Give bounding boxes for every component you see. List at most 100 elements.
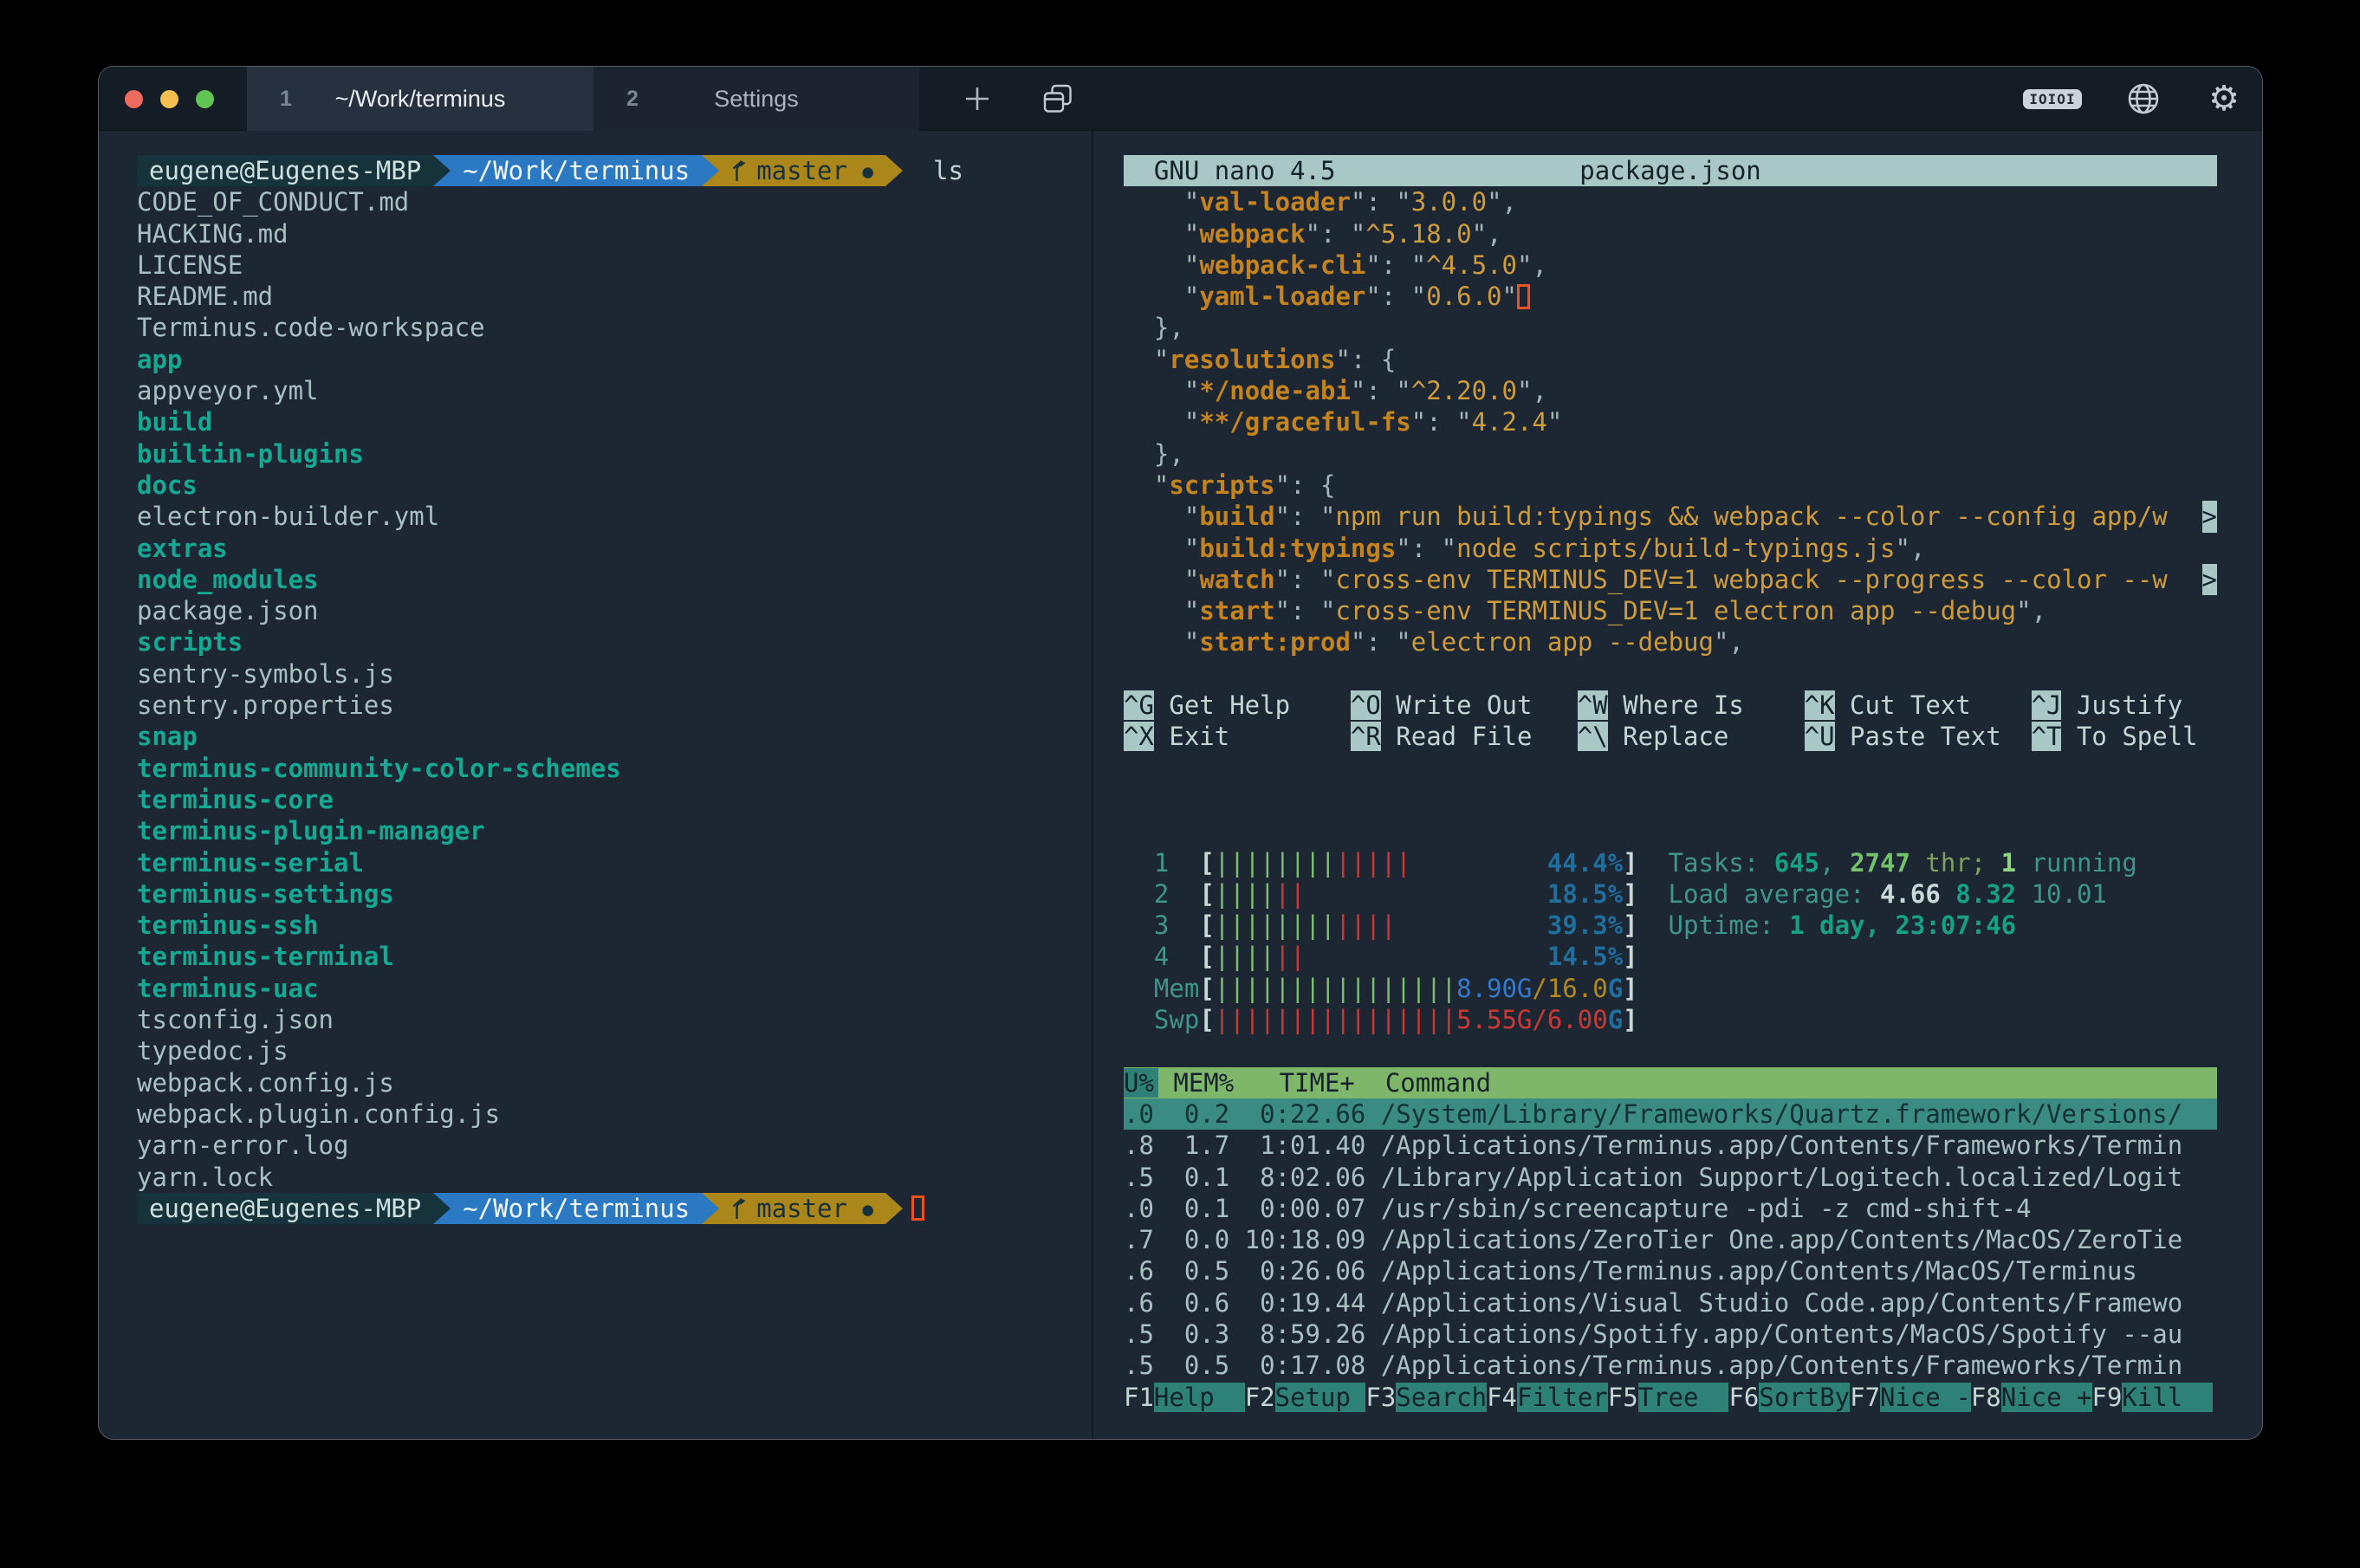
new-tab-button[interactable] (951, 67, 1003, 131)
nano-line: "webpack-cli": "^4.5.0", (1124, 249, 2217, 281)
nano-shortcut: ^W Where Is (1578, 690, 1744, 721)
nano-line: "build:typings": "node scripts/build-typ… (1124, 533, 2217, 564)
sort-column-header: U% (1124, 1068, 1158, 1098)
process-row: .7 0.0 10:18.09 /Applications/ZeroTier O… (1124, 1224, 2217, 1255)
nano-shortcut: ^X Exit (1124, 721, 1229, 752)
tab-settings[interactable]: 2 Settings (593, 67, 919, 131)
file-entry: node_modules (137, 564, 1090, 595)
tab-title: Settings (593, 67, 919, 131)
fkey-label: F1 (1124, 1383, 1154, 1412)
file-entry: build (137, 406, 1090, 437)
file-entry: README.md (137, 281, 1090, 312)
file-entry: builtin-plugins (137, 438, 1090, 470)
serial-ports-button[interactable]: IOIOI (2022, 67, 2083, 131)
file-entry: electron-builder.yml (137, 501, 1090, 532)
fkey-label: F4 (1487, 1383, 1517, 1412)
nano-line: "start": "cross-env TERMINUS_DEV=1 elect… (1124, 595, 2217, 626)
serial-icon: IOIOI (2023, 89, 2081, 109)
system-stats-line: Uptime: 1 day, 23:07:46 (1669, 910, 2017, 941)
nano-line: "start:prod": "electron app --debug", (1124, 626, 2217, 658)
fkey-label: F8 (1971, 1383, 2001, 1412)
file-entry: terminus-core (137, 784, 1090, 815)
nano-line: "watch": "cross-env TERMINUS_DEV=1 webpa… (1124, 564, 2217, 595)
system-meter: 1 [|||||||||||||44.4%]Tasks: 645, 2747 t… (1124, 847, 2217, 878)
nano-shortcut: ^K Cut Text (1805, 690, 1971, 721)
nano-line: "**/graceful-fs": "4.2.4" (1124, 406, 2217, 437)
right-terminal-pane[interactable]: GNU nano 4.5package.json "val-loader": "… (1124, 155, 2217, 1413)
close-window-button[interactable] (125, 90, 143, 108)
process-row: .5 0.5 0:17.08 /Applications/Terminus.ap… (1124, 1350, 2217, 1381)
file-entry: docs (137, 470, 1090, 501)
nano-filename: package.json (1124, 155, 2217, 186)
nano-line: "build": "npm run build:typings && webpa… (1124, 501, 2217, 532)
powerline-arrow-icon (702, 155, 719, 186)
left-terminal-pane[interactable]: eugene@Eugenes-MBP~/Work/terminusmaster … (137, 155, 1090, 1224)
system-meter: 4 [||||||14.5%] (1124, 941, 2217, 972)
prompt-user-segment: eugene@Eugenes-MBP (137, 1193, 433, 1224)
fkey-action: Nice + (2001, 1383, 2092, 1412)
file-entry: webpack.plugin.config.js (137, 1098, 1090, 1130)
nano-line: "webpack": "^5.18.0", (1124, 218, 2217, 249)
nano-line: "scripts": { (1124, 470, 2217, 501)
tab-bar: 1 ~/Work/terminus 2 Settings IOIOI (99, 67, 2262, 131)
minimize-window-button[interactable] (160, 90, 178, 108)
process-row: .0 0.2 0:22.66 /System/Library/Framework… (1124, 1098, 2217, 1130)
system-meter: 2 [||||||18.5%]Load average: 4.66 8.32 1… (1124, 878, 2217, 910)
file-entry: yarn-error.log (137, 1130, 1090, 1161)
powerline-arrow-icon (885, 155, 903, 186)
file-entry: terminus-uac (137, 973, 1090, 1004)
fkey-label: F2 (1245, 1383, 1275, 1412)
globe-icon (2127, 82, 2160, 115)
file-entry: CODE_OF_CONDUCT.md (137, 186, 1090, 217)
file-entry: LICENSE (137, 249, 1090, 281)
git-branch-icon (731, 159, 749, 183)
fkey-label: F5 (1608, 1383, 1638, 1412)
file-entry: terminus-plugin-manager (137, 815, 1090, 846)
file-entry: yarn.lock (137, 1162, 1090, 1193)
file-entry: snap (137, 721, 1090, 752)
file-entry: Terminus.code-workspace (137, 312, 1090, 343)
system-stats-line: Tasks: 645, 2747 thr; 1 running (1669, 847, 2137, 878)
file-entry: terminus-community-color-schemes (137, 753, 1090, 784)
settings-button[interactable]: ⚙ (2198, 67, 2250, 131)
process-table-header: U% MEM% TIME+ Command (1124, 1067, 2217, 1098)
file-entry: typedoc.js (137, 1035, 1090, 1066)
powerline-arrow-icon (433, 155, 451, 186)
nano-shortcut: ^O Write Out (1351, 690, 1533, 721)
fkey-action: SortBy (1759, 1383, 1850, 1412)
nano-shortcut: ^T To Spell (2032, 721, 2198, 752)
web-plugins-button[interactable] (2117, 67, 2169, 131)
nano-line: "*/node-abi": "^2.20.0", (1124, 375, 2217, 406)
fkey-action: Nice - (1880, 1383, 1971, 1412)
file-entry: extras (137, 533, 1090, 564)
system-stats-line: Load average: 4.66 8.32 10.01 (1669, 878, 2107, 910)
file-entry: sentry-symbols.js (137, 658, 1090, 690)
fkey-action: Filter (1517, 1383, 1608, 1412)
fkey-action: Tree (1638, 1383, 1729, 1412)
tab-title: ~/Work/terminus (247, 67, 593, 131)
tab-work-terminus[interactable]: 1 ~/Work/terminus (247, 67, 593, 131)
file-entry: HACKING.md (137, 218, 1090, 249)
shell-prompt: eugene@Eugenes-MBP~/Work/terminusmaster … (137, 155, 1090, 186)
line-continuation-marker: > (2202, 564, 2217, 595)
process-row: .8 1.7 1:01.40 /Applications/Terminus.ap… (1124, 1130, 2217, 1161)
pane-divider[interactable] (1092, 131, 1093, 1439)
zoom-window-button[interactable] (196, 90, 214, 108)
powerline-arrow-icon (885, 1193, 903, 1224)
nano-shortcut-row: ^G Get Help^O Write Out^W Where Is^K Cut… (1124, 690, 2217, 721)
file-entry: app (137, 344, 1090, 375)
nano-shortcut: ^\ Replace (1578, 721, 1729, 752)
fkey-action: Kill (2122, 1383, 2213, 1412)
terminal-cursor (911, 1195, 924, 1221)
new-window-button[interactable] (1030, 67, 1086, 131)
nano-line: }, (1124, 438, 2217, 470)
fkey-action: Help (1154, 1383, 1245, 1412)
nano-titlebar: GNU nano 4.5package.json (1124, 155, 2217, 186)
powerline-arrow-icon (433, 1193, 451, 1224)
file-entry: terminus-terminal (137, 941, 1090, 972)
file-entry: terminus-serial (137, 847, 1090, 878)
fkey-bar: F1Help F2Setup F3SearchF4FilterF5Tree F6… (1124, 1382, 2217, 1413)
process-row: .0 0.1 0:00.07 /usr/sbin/screencapture -… (1124, 1193, 2217, 1224)
process-row: .6 0.5 0:26.06 /Applications/Terminus.ap… (1124, 1255, 2217, 1286)
fkey-action: Setup (1275, 1383, 1366, 1412)
